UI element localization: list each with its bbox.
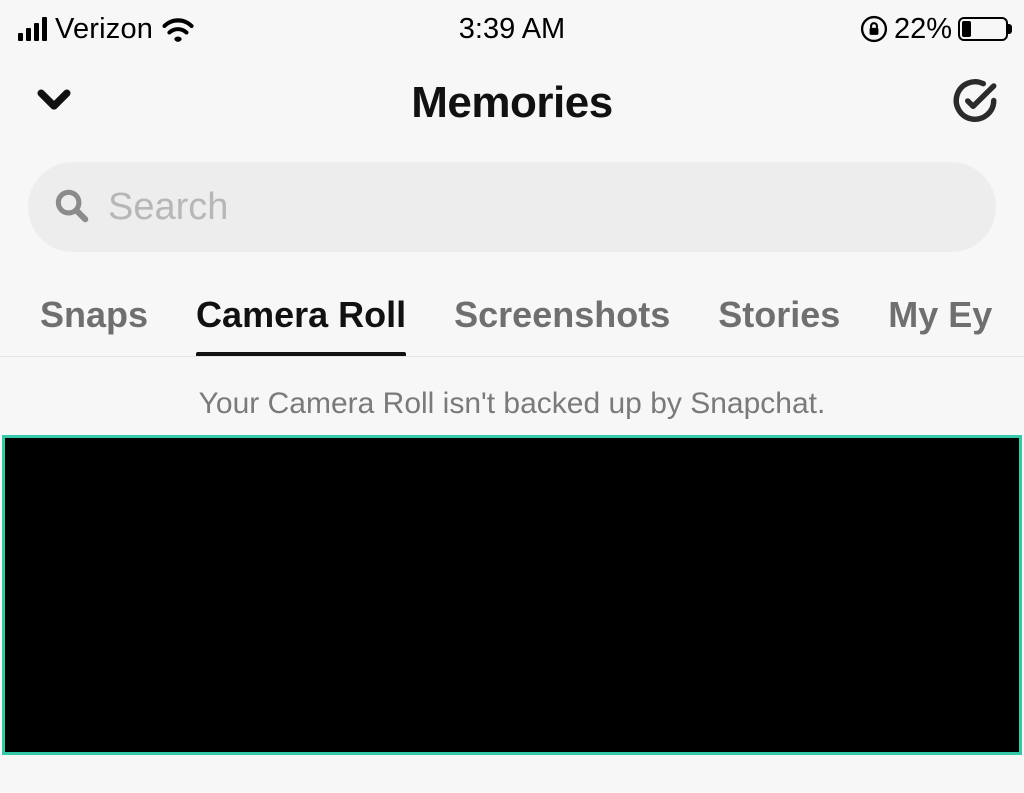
- tab-screenshots[interactable]: Screenshots: [454, 294, 670, 356]
- status-left: Verizon: [18, 13, 195, 46]
- battery-icon: [958, 17, 1008, 41]
- carrier-label: Verizon: [55, 13, 153, 46]
- status-bar: Verizon 3:39 AM 22%: [0, 0, 1024, 56]
- cellular-signal-icon: [18, 17, 47, 41]
- clock-time: 3:39 AM: [459, 13, 565, 46]
- search-container: [0, 150, 1024, 260]
- battery-fill: [962, 21, 971, 37]
- search-icon: [52, 186, 90, 229]
- orientation-lock-icon: [860, 15, 888, 43]
- tab-camera-roll[interactable]: Camera Roll: [196, 294, 406, 356]
- status-right: 22%: [860, 13, 1008, 46]
- battery-percentage: 22%: [894, 13, 952, 46]
- wifi-icon: [161, 16, 195, 42]
- chevron-down-icon: [32, 79, 76, 123]
- tabs-bar: Snaps Camera Roll Screenshots Stories My…: [0, 260, 1024, 357]
- search-bar[interactable]: [28, 162, 996, 252]
- selected-media-thumbnail[interactable]: [2, 435, 1022, 755]
- backup-notice: Your Camera Roll isn't backed up by Snap…: [0, 357, 1024, 435]
- tab-snaps[interactable]: Snaps: [40, 294, 148, 356]
- select-button[interactable]: [950, 76, 1000, 131]
- tab-stories[interactable]: Stories: [718, 294, 840, 356]
- page-header: Memories: [0, 56, 1024, 150]
- search-input[interactable]: [108, 186, 972, 229]
- page-title: Memories: [411, 78, 612, 128]
- tab-my-eyes-only[interactable]: My Ey: [888, 294, 992, 356]
- close-button[interactable]: [32, 79, 76, 128]
- checkmark-circle-icon: [950, 76, 1000, 126]
